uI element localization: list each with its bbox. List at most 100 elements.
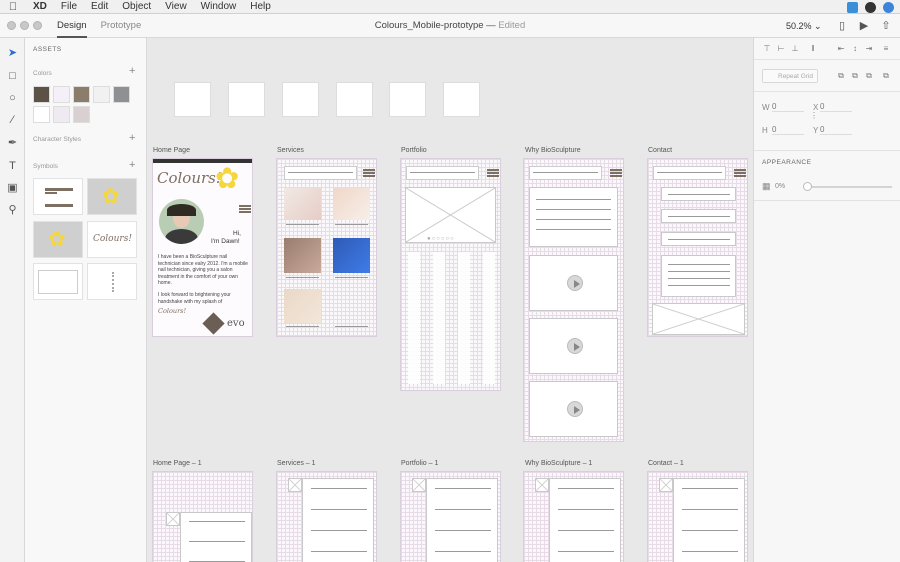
boolean-intersect-icon[interactable]: ⧉ (864, 71, 874, 81)
artboard-label-why-1[interactable]: Why BioSculpture – 1 (525, 460, 592, 467)
y-input[interactable]: 0 (820, 125, 852, 135)
symbol-instance[interactable] (443, 82, 480, 117)
menu-edit[interactable]: Edit (84, 1, 115, 12)
align-center-icon[interactable]: ↕ (850, 44, 860, 54)
play-icon[interactable] (567, 401, 583, 417)
align-right-icon[interactable]: ⇥ (864, 44, 874, 54)
artboard-label-contact-1[interactable]: Contact – 1 (648, 460, 684, 467)
repeat-grid-button[interactable]: Repeat Grid (762, 69, 818, 83)
rectangle-tool-icon[interactable]: □ (6, 70, 19, 83)
symbol-instance[interactable] (282, 82, 319, 117)
form-field[interactable] (661, 232, 736, 246)
tab-design[interactable]: Design (57, 14, 87, 38)
add-character-style-icon[interactable]: + (129, 132, 135, 144)
artboard-why[interactable] (523, 158, 624, 442)
tab-prototype[interactable]: Prototype (101, 14, 142, 38)
distribute-horizontal-icon[interactable]: ≡ (881, 44, 891, 54)
text-tool-icon[interactable]: T (6, 160, 19, 173)
artboard-label-home[interactable]: Home Page (153, 147, 190, 154)
pen-tool-icon[interactable]: ✒ (6, 137, 19, 150)
select-tool-icon[interactable]: ➤ (6, 47, 19, 60)
color-swatch[interactable] (33, 106, 50, 123)
color-swatch[interactable] (113, 86, 130, 103)
menu-file[interactable]: File (54, 1, 84, 12)
artboard-label-home-1[interactable]: Home Page – 1 (153, 460, 202, 467)
app-tray-icon[interactable] (883, 1, 894, 13)
message-field[interactable] (661, 255, 736, 297)
zoom-tool-icon[interactable]: ⚲ (6, 204, 19, 217)
play-icon[interactable] (567, 275, 583, 291)
symbol-instance[interactable] (389, 82, 426, 117)
x-input[interactable]: 0 (820, 102, 852, 112)
play-icon[interactable] (567, 338, 583, 354)
artboard-contact-1[interactable] (647, 471, 748, 562)
opacity-slider-track[interactable] (804, 186, 892, 188)
artboard-label-contact[interactable]: Contact (648, 147, 672, 154)
artboard-why-1[interactable] (523, 471, 624, 562)
distribute-vertical-icon[interactable]: ‖ (808, 44, 818, 54)
hamburger-icon[interactable] (363, 169, 375, 177)
add-symbol-icon[interactable]: + (129, 159, 135, 171)
artboard-label-portfolio-1[interactable]: Portfolio – 1 (401, 460, 438, 467)
zoom-select[interactable]: 50.2% ⌄ (786, 14, 822, 38)
artboard-services-1[interactable] (276, 471, 377, 562)
symbol-flower[interactable]: ✿ (87, 178, 137, 215)
lock-ratio-icon[interactable]: ⋮ (810, 111, 818, 120)
color-swatch[interactable] (73, 86, 90, 103)
artboard-label-why[interactable]: Why BioSculpture (525, 147, 581, 154)
artboard-contact[interactable] (647, 158, 748, 337)
play-preview-icon[interactable]: ▶ (858, 20, 870, 32)
symbol-hamburger[interactable] (33, 178, 83, 215)
symbol-instance[interactable] (228, 82, 265, 117)
symbol-instance[interactable] (174, 82, 211, 117)
video-placeholder[interactable] (529, 255, 618, 311)
align-bottom-icon[interactable]: ⊥ (790, 44, 800, 54)
menu-view[interactable]: View (158, 1, 194, 12)
canvas[interactable]: Home Page Services Portfolio Why BioScul… (148, 38, 753, 562)
height-input[interactable]: 0 (772, 125, 804, 135)
menu-window[interactable]: Window (194, 1, 244, 12)
device-preview-icon[interactable]: ▯ (836, 20, 848, 32)
artboard-label-services-1[interactable]: Services – 1 (277, 460, 316, 467)
artboard-home-1[interactable] (152, 471, 253, 562)
color-swatch[interactable] (93, 86, 110, 103)
video-placeholder[interactable] (529, 318, 618, 374)
boolean-exclude-icon[interactable]: ⧉ (881, 71, 891, 81)
color-swatch[interactable] (53, 86, 70, 103)
apple-icon[interactable]:  (0, 1, 26, 13)
ellipse-tool-icon[interactable]: ○ (6, 92, 19, 105)
symbol-instance[interactable] (336, 82, 373, 117)
boolean-subtract-icon[interactable]: ⧉ (850, 71, 860, 81)
hamburger-icon[interactable] (734, 169, 746, 177)
boolean-add-icon[interactable]: ⧉ (836, 71, 846, 81)
share-icon[interactable]: ⇧ (880, 20, 892, 32)
symbol-logo[interactable]: Colours! (87, 221, 137, 258)
video-placeholder[interactable] (529, 381, 618, 437)
hamburger-icon[interactable] (610, 169, 622, 177)
color-swatch[interactable] (73, 106, 90, 123)
creative-cloud-icon[interactable] (865, 1, 876, 13)
form-field[interactable] (661, 209, 736, 223)
color-swatch[interactable] (33, 86, 50, 103)
carousel-dots[interactable]: ●○○○○○ (427, 236, 455, 242)
artboard-home[interactable]: Colours! ✿ Hi, I'm Dawn! I have been a B… (152, 158, 253, 337)
color-swatch[interactable] (53, 106, 70, 123)
hamburger-icon[interactable] (239, 205, 251, 213)
artboard-tool-icon[interactable]: ▣ (6, 182, 19, 195)
artboard-portfolio[interactable]: ●○○○○○ (400, 158, 501, 391)
align-top-icon[interactable]: ⊤ (762, 44, 772, 54)
add-color-icon[interactable]: + (129, 65, 135, 77)
opacity-value[interactable]: 0% (775, 183, 785, 190)
menu-app[interactable]: XD (26, 1, 54, 12)
line-tool-icon[interactable]: ∕ (6, 114, 19, 127)
form-field[interactable] (661, 187, 736, 201)
align-left-icon[interactable]: ⇤ (836, 44, 846, 54)
menu-help[interactable]: Help (243, 1, 278, 12)
width-input[interactable]: 0 (772, 102, 804, 112)
artboard-services[interactable] (276, 158, 377, 337)
symbol-box[interactable] (33, 263, 83, 300)
align-middle-icon[interactable]: ⊢ (776, 44, 786, 54)
menu-object[interactable]: Object (115, 1, 158, 12)
artboard-portfolio-1[interactable] (400, 471, 501, 562)
symbol-flower-2[interactable]: ✿ (33, 221, 83, 258)
